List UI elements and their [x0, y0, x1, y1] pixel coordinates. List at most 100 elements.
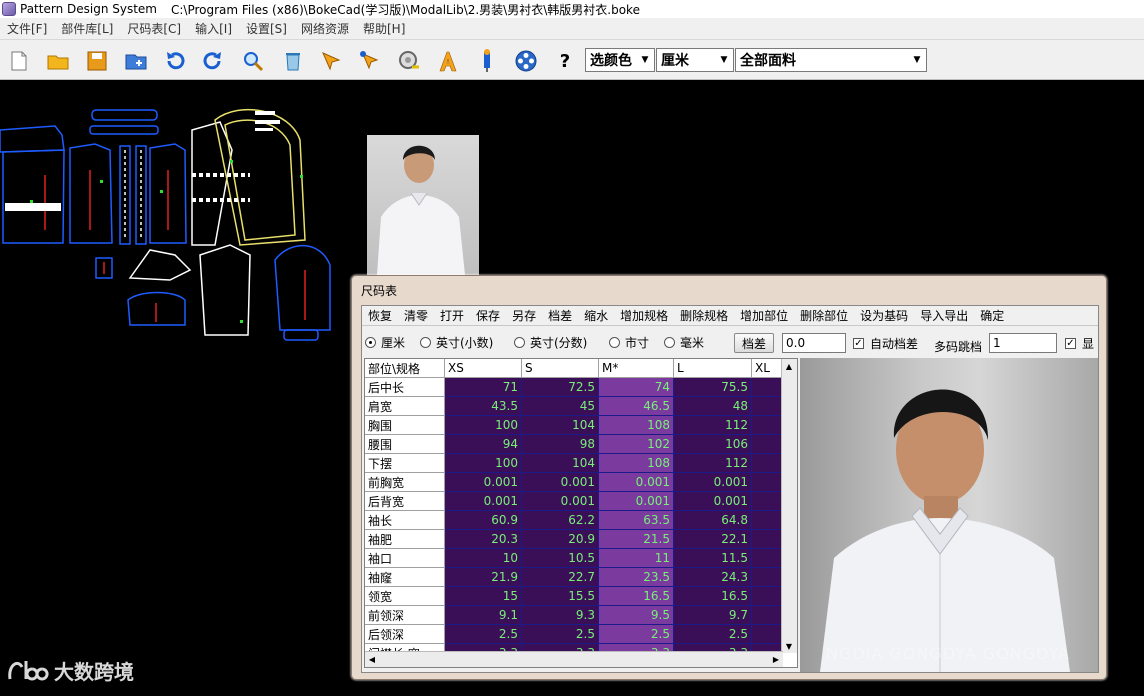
- table-cell[interactable]: 0.001: [445, 492, 522, 511]
- table-cell[interactable]: [752, 587, 783, 606]
- table-cell[interactable]: [752, 473, 783, 492]
- table-cell[interactable]: 0.001: [522, 473, 599, 492]
- fabric-select[interactable]: 全部面料 ▼: [735, 48, 927, 72]
- redo-icon[interactable]: [200, 48, 226, 74]
- menu-save-as[interactable]: 另存: [506, 307, 542, 324]
- table-cell[interactable]: 2.5: [599, 625, 674, 644]
- table-cell[interactable]: 62.2: [522, 511, 599, 530]
- table-cell[interactable]: 72.5: [522, 378, 599, 397]
- column-header[interactable]: XS: [445, 359, 522, 378]
- table-cell[interactable]: 0.001: [599, 492, 674, 511]
- row-label[interactable]: 胸围: [365, 416, 445, 435]
- row-label[interactable]: 前领深: [365, 606, 445, 625]
- menu-add-part[interactable]: 增加部位: [734, 307, 794, 324]
- radio-cm[interactable]: 厘米: [365, 334, 405, 351]
- model-thumbnail[interactable]: [367, 135, 479, 275]
- table-cell[interactable]: 0.001: [674, 473, 752, 492]
- table-cell[interactable]: 15: [445, 587, 522, 606]
- table-cell[interactable]: [752, 568, 783, 587]
- table-cell[interactable]: 102: [599, 435, 674, 454]
- radio-inch-fraction[interactable]: 英寸(分数): [514, 334, 587, 351]
- menu-save[interactable]: 保存: [470, 307, 506, 324]
- scroll-down-icon[interactable]: ▼: [782, 639, 796, 653]
- row-label[interactable]: 袖窿: [365, 568, 445, 587]
- menu-shrinkage[interactable]: 缩水: [578, 307, 614, 324]
- menu-parts-library[interactable]: 部件库[L]: [54, 20, 120, 37]
- row-label[interactable]: 袖口: [365, 549, 445, 568]
- row-label[interactable]: 腰围: [365, 435, 445, 454]
- table-cell[interactable]: 21.9: [445, 568, 522, 587]
- auto-grade-checkbox[interactable]: ✓ 自动档差: [853, 335, 918, 352]
- undo-icon[interactable]: [162, 48, 188, 74]
- table-cell[interactable]: 20.9: [522, 530, 599, 549]
- table-cell[interactable]: [752, 492, 783, 511]
- zoom-icon[interactable]: [240, 48, 266, 74]
- table-cell[interactable]: [752, 606, 783, 625]
- vertical-scrollbar[interactable]: ▲ ▼: [781, 359, 797, 653]
- menu-help[interactable]: 帮助[H]: [356, 20, 412, 37]
- text-icon[interactable]: [435, 48, 461, 74]
- reel-icon[interactable]: [513, 48, 539, 74]
- select-arrow-icon[interactable]: [318, 48, 344, 74]
- pin-icon[interactable]: [474, 48, 500, 74]
- grade-button[interactable]: 档差: [734, 333, 774, 353]
- table-cell[interactable]: 23.5: [599, 568, 674, 587]
- radio-mm[interactable]: 毫米: [664, 334, 704, 351]
- radio-inch-decimal[interactable]: 英寸(小数): [420, 334, 493, 351]
- table-cell[interactable]: 64.8: [674, 511, 752, 530]
- show-checkbox[interactable]: ✓ 显: [1065, 335, 1094, 352]
- table-cell[interactable]: [752, 549, 783, 568]
- grade-value-input[interactable]: 0.0: [782, 333, 846, 353]
- menu-file[interactable]: 文件[F]: [0, 20, 54, 37]
- row-label[interactable]: 下摆: [365, 454, 445, 473]
- menu-delete-size[interactable]: 删除规格: [674, 307, 734, 324]
- table-cell[interactable]: [752, 397, 783, 416]
- help-icon[interactable]: ?: [552, 48, 578, 74]
- table-cell[interactable]: 43.5: [445, 397, 522, 416]
- table-cell[interactable]: 63.5: [599, 511, 674, 530]
- pattern-pieces[interactable]: [0, 100, 340, 350]
- table-cell[interactable]: 16.5: [674, 587, 752, 606]
- table-cell[interactable]: 2.5: [522, 625, 599, 644]
- table-cell[interactable]: 24.3: [674, 568, 752, 587]
- table-cell[interactable]: 75.5: [674, 378, 752, 397]
- import-icon[interactable]: [123, 48, 149, 74]
- table-cell[interactable]: 9.3: [522, 606, 599, 625]
- menu-network[interactable]: 网络资源: [294, 20, 356, 37]
- scroll-left-icon[interactable]: ◀: [365, 652, 379, 666]
- row-label[interactable]: 后背宽: [365, 492, 445, 511]
- menu-settings[interactable]: 设置[S]: [239, 20, 294, 37]
- table-cell[interactable]: 108: [599, 454, 674, 473]
- row-label[interactable]: 袖长: [365, 511, 445, 530]
- menu-add-size[interactable]: 增加规格: [614, 307, 674, 324]
- radio-shicun[interactable]: 市寸: [609, 334, 649, 351]
- table-cell[interactable]: 10.5: [522, 549, 599, 568]
- column-header[interactable]: S: [522, 359, 599, 378]
- table-cell[interactable]: [752, 454, 783, 473]
- table-cell[interactable]: 48: [674, 397, 752, 416]
- open-folder-icon[interactable]: [45, 48, 71, 74]
- table-cell[interactable]: 0.001: [674, 492, 752, 511]
- menu-size-chart[interactable]: 尺码表[C]: [120, 20, 188, 37]
- table-cell[interactable]: 11.5: [674, 549, 752, 568]
- table-cell[interactable]: 100: [445, 416, 522, 435]
- table-cell[interactable]: [752, 511, 783, 530]
- table-cell[interactable]: 0.001: [445, 473, 522, 492]
- multi-jump-input[interactable]: 1: [989, 333, 1057, 353]
- menu-set-base-size[interactable]: 设为基码: [854, 307, 914, 324]
- menu-delete-part[interactable]: 删除部位: [794, 307, 854, 324]
- table-cell[interactable]: 100: [445, 454, 522, 473]
- table-cell[interactable]: 22.7: [522, 568, 599, 587]
- menu-clear[interactable]: 清零: [398, 307, 434, 324]
- table-cell[interactable]: 108: [599, 416, 674, 435]
- column-header[interactable]: L: [674, 359, 752, 378]
- row-label[interactable]: 前胸宽: [365, 473, 445, 492]
- horizontal-scrollbar[interactable]: ◀ ▶: [365, 651, 783, 667]
- color-select[interactable]: 选颜色 ▼: [585, 48, 655, 72]
- table-cell[interactable]: 16.5: [599, 587, 674, 606]
- save-icon[interactable]: [84, 48, 110, 74]
- table-cell[interactable]: 9.7: [674, 606, 752, 625]
- table-cell[interactable]: 106: [674, 435, 752, 454]
- select-point-icon[interactable]: [357, 48, 383, 74]
- table-cell[interactable]: [752, 530, 783, 549]
